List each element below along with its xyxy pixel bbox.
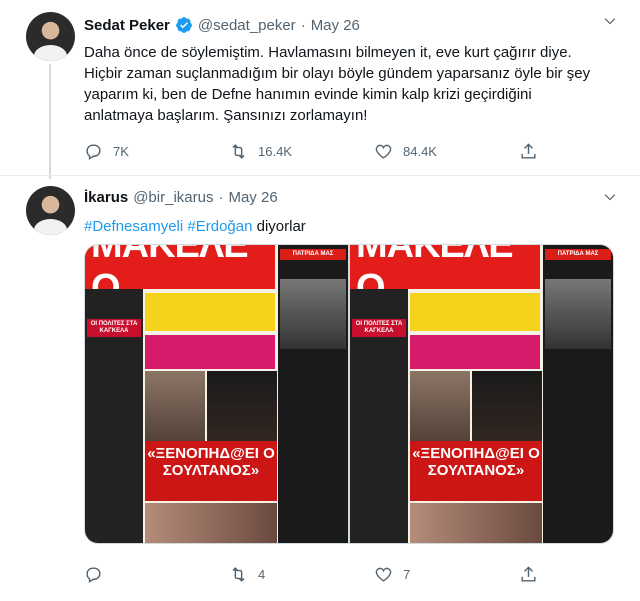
reply-count: 7K [113, 143, 129, 159]
display-name[interactable]: İkarus [84, 189, 128, 206]
heart-icon [375, 567, 392, 582]
share-button[interactable] [519, 139, 640, 163]
avatar[interactable] [26, 12, 75, 61]
tweet-sedat-peker[interactable]: Sedat Peker @sedat_peker · May 26 Daha ö… [0, 0, 640, 179]
reply-button[interactable] [84, 562, 229, 586]
tweet-text-line: Hiçbir zaman suçlanmadığım bir olayı böy… [84, 65, 591, 82]
cover-photo [145, 503, 277, 543]
masthead: ΜΑΚΕΛΕ Ο [350, 245, 540, 309]
retweet-icon [232, 566, 245, 582]
tweet-actions: 7K 16.4K 84.4K [84, 139, 640, 163]
retweet-count: 16.4K [258, 143, 292, 159]
verified-badge-icon [175, 16, 193, 34]
left-headline: ΟΙ ΠΟΛΙΤΕΣ ΣΤΑ ΚΑΓΚΕΛΑ [352, 319, 406, 337]
handle[interactable]: @bir_ikarus [133, 189, 213, 206]
tweet-header: İkarus @bir_ikarus · May 26 [84, 189, 278, 206]
reply-button[interactable]: 7K [84, 139, 229, 163]
cover-photo [410, 503, 542, 543]
hashtag-link[interactable]: #Defnesamyeli [84, 218, 183, 235]
newspaper-cover-image[interactable]: ΜΑΚΕΛΕ Ο ΠΑΤΡΙΔΑ ΜΑΣ ΟΙ ΠΟΛΙΤΕΣ ΣΤΑ ΚΑΓΚ… [350, 245, 613, 543]
cover-band [145, 335, 275, 369]
reply-icon [86, 143, 101, 160]
side-headline: ΠΑΤΡΙΔΑ ΜΑΣ [545, 249, 611, 260]
tweet-date[interactable]: May 26 [228, 189, 277, 206]
cover-headline: «ΞΕΝΟΠΗΔ@ΕΙ Ο ΣΟΥΛΤΑΝΟΣ» [410, 441, 542, 501]
left-column: ΟΙ ΠΟΛΙΤΕΣ ΣΤΑ ΚΑΓΚΕΛΑ [85, 289, 143, 543]
left-column: ΟΙ ΠΟΛΙΤΕΣ ΣΤΑ ΚΑΓΚΕΛΑ [350, 289, 408, 543]
thread-line [49, 64, 51, 179]
retweet-icon [232, 143, 245, 159]
side-column: ΠΑΤΡΙΔΑ ΜΑΣ [278, 245, 348, 543]
newspaper-cover-image[interactable]: ΜΑΚΕΛΕ Ο ΠΑΤΡΙΔΑ ΜΑΣ ΟΙ ΠΟΛΙΤΕΣ ΣΤΑ ΚΑΓΚ… [85, 245, 348, 543]
side-column: ΠΑΤΡΙΔΑ ΜΑΣ [543, 245, 613, 543]
display-name[interactable]: Sedat Peker [84, 17, 170, 34]
cover-photo [545, 279, 611, 349]
tweet-text-line: Daha önce de söylemiştim. Havlamasını bi… [84, 44, 572, 61]
tweet-header: Sedat Peker @sedat_peker · May 26 [84, 16, 360, 34]
share-button[interactable] [519, 562, 640, 586]
tweet-ikarus[interactable]: İkarus @bir_ikarus · May 26 #Defnesamyel… [0, 175, 640, 601]
tweet-text-trailing: diyorlar [256, 218, 306, 235]
cover-teaser [145, 293, 275, 331]
reply-icon [86, 566, 101, 583]
more-options-icon[interactable] [598, 188, 622, 208]
retweet-button[interactable]: 16.4K [229, 139, 374, 163]
share-icon [521, 565, 536, 582]
tweet-actions: 4 7 [84, 562, 640, 586]
media-gallery[interactable]: ΜΑΚΕΛΕ Ο ΠΑΤΡΙΔΑ ΜΑΣ ΟΙ ΠΟΛΙΤΕΣ ΣΤΑ ΚΑΓΚ… [84, 244, 614, 544]
tweet-text: Daha önce de söylemiştim. Havlamasını bi… [84, 42, 624, 126]
retweet-button[interactable]: 4 [229, 562, 374, 586]
heart-icon [375, 144, 392, 159]
separator: · [218, 189, 224, 206]
share-icon [521, 142, 536, 159]
retweet-count: 4 [258, 566, 266, 582]
like-count: 7 [403, 566, 411, 582]
separator: · [300, 16, 306, 34]
left-headline: ΟΙ ΠΟΛΙΤΕΣ ΣΤΑ ΚΑΓΚΕΛΑ [87, 319, 141, 337]
cover-band [410, 335, 540, 369]
like-button[interactable]: 7 [374, 562, 519, 586]
avatar[interactable] [26, 186, 75, 235]
tweet-date[interactable]: May 26 [311, 17, 360, 34]
tweet-text-line: yaparım ki, ben de Defne hanımın evinde … [84, 86, 532, 103]
cover-headline: «ΞΕΝΟΠΗΔ@ΕΙ Ο ΣΟΥΛΤΑΝΟΣ» [145, 441, 277, 501]
cover-teaser [410, 293, 540, 331]
tweet-text-line: anlatmaya başlarım. Şansınızı zorlamayın… [84, 107, 368, 124]
cover-photo [280, 279, 346, 349]
tweet-text: #Defnesamyeli #Erdoğan diyorlar [84, 216, 624, 237]
more-options-icon[interactable] [598, 12, 622, 32]
side-headline: ΠΑΤΡΙΔΑ ΜΑΣ [280, 249, 346, 260]
like-button[interactable]: 84.4K [374, 139, 519, 163]
like-count: 84.4K [403, 143, 437, 159]
handle[interactable]: @sedat_peker [198, 17, 296, 34]
hashtag-link[interactable]: #Erdoğan [187, 218, 252, 235]
masthead: ΜΑΚΕΛΕ Ο [85, 245, 275, 309]
